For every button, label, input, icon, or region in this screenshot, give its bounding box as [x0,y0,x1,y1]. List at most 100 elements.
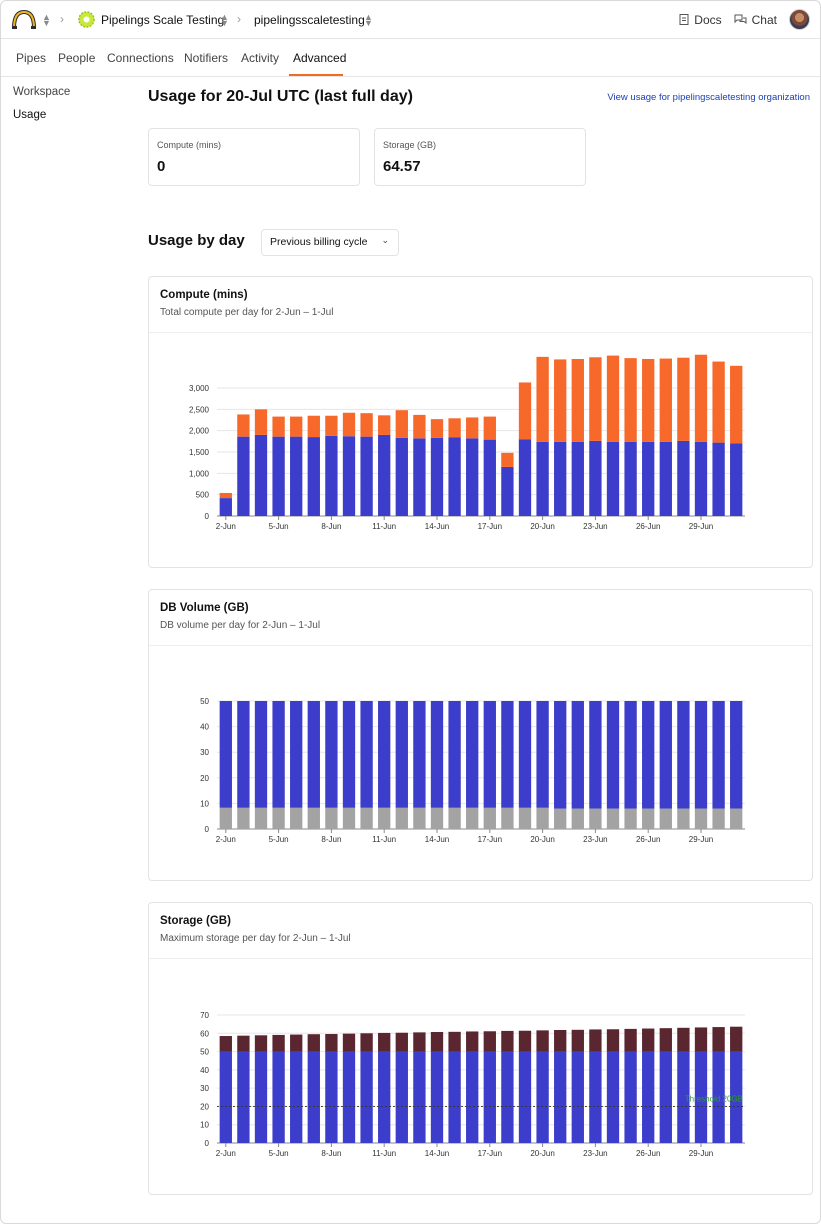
chart-bar [624,1051,637,1143]
chart-bar [466,1031,479,1052]
tab-activity[interactable]: Activity [241,51,279,65]
chart-bar [413,1051,426,1143]
chart-bar [237,1035,250,1052]
x-tick-label: 5-Jun [269,835,289,844]
org-switch-icon[interactable]: ▲ ▼ [42,13,51,28]
x-tick-label: 17-Jun [478,1149,502,1158]
x-tick-label: 29-Jun [689,835,713,844]
tab-advanced[interactable]: Advanced [293,51,346,65]
chart-bar [571,808,584,829]
x-tick-label: 23-Jun [583,522,607,531]
chart-bar [272,416,285,437]
chart-bar [342,807,356,829]
chart-bar [448,701,461,808]
user-avatar[interactable] [789,9,810,30]
chart-bar [413,414,426,439]
x-tick-label: 8-Jun [321,1149,341,1158]
chart-bar [466,701,479,808]
chart-bar [254,434,268,516]
chart-bar [430,1051,444,1143]
chart-bar [554,808,567,829]
chart-bar [219,498,232,516]
chart-bar [642,441,655,516]
breadcrumb-org[interactable]: Pipelings Scale Testing [101,13,224,27]
sidebar-item-usage[interactable]: Usage [13,109,46,121]
chart-bar [290,416,303,437]
chart-bar [378,1032,391,1052]
docs-link[interactable]: Docs [679,13,722,27]
pipes-logo-icon[interactable] [12,8,36,30]
tab-people[interactable]: People [58,51,95,65]
org-avatar-icon [78,11,95,28]
chart-bar [290,1051,303,1143]
chart-bar [571,1051,584,1143]
billing-cycle-value: Previous billing cycle [270,236,368,248]
chart-bar [237,414,250,437]
chart-bar [360,1033,373,1052]
chart-bar [677,808,690,829]
chart-bar [307,415,320,438]
chart-bar [219,807,232,829]
chart-bar [694,808,708,829]
chart-bar [254,409,268,435]
chart-bar [219,701,232,808]
chart-bar [290,807,303,829]
y-tick-label: 0 [205,825,210,834]
chart-bar [501,1030,514,1052]
chart-bar [659,358,672,442]
chart-bar [554,1051,567,1143]
y-tick-label: 70 [200,1011,209,1020]
x-tick-label: 26-Jun [636,522,660,531]
storage-chart: 0 10 20 30 40 50 60 70 2-Jun 5-Jun 8-Jun 11-Jun 14-J… [200,1011,745,1158]
chart-bar [360,413,373,437]
chart-bar [589,1029,602,1052]
tab-bar: Pipes People Connections Notifiers Activ… [1,39,820,77]
breadcrumb-workspace[interactable]: pipelingsscaletesting [254,13,365,27]
chart-bar [413,701,426,808]
tab-connections[interactable]: Connections [107,51,174,65]
x-tick-label: 20-Jun [530,522,554,531]
chart-bar [325,415,338,436]
chart-bar [536,807,549,829]
compute-stat-card: Compute (mins) 0 [148,128,360,186]
chart-bar [642,701,655,809]
chart-bar [395,807,408,829]
chart-bar [395,437,408,516]
chart-bar [325,1034,338,1052]
chart-bar [378,434,391,516]
chart-bar [448,437,461,516]
x-tick-label: 5-Jun [269,1149,289,1158]
tab-pipes[interactable]: Pipes [16,51,46,65]
chart-bar [466,438,479,516]
chart-bar [659,808,672,829]
chart-bar [342,701,356,808]
chart-bar [642,358,655,442]
chart-bar [307,807,320,829]
compute-stat-label: Compute (mins) [157,140,222,150]
active-tab-indicator [289,74,343,76]
y-tick-label: 0 [205,1139,210,1148]
tab-notifiers[interactable]: Notifiers [184,51,228,65]
y-tick-label: 50 [200,697,209,706]
chart-bar [589,440,602,516]
chart-title: Compute (mins) [160,289,248,301]
chat-link[interactable]: Chat [734,13,777,27]
chart-bar [536,356,549,442]
usage-by-day-heading: Usage by day [148,232,245,249]
view-org-usage-link[interactable]: View usage for pipelingscaletesting orga… [607,92,810,103]
top-right-actions: Docs Chat [679,9,810,30]
y-tick-label: 50 [200,1048,209,1057]
org-dropdown-icon[interactable]: ▲ ▼ [220,13,229,28]
billing-cycle-select[interactable]: Previous billing cycle ⌄ [261,229,399,256]
chart-bar [571,441,584,516]
sidebar-item-workspace[interactable]: Workspace [13,86,70,98]
workspace-dropdown-icon[interactable]: ▲ ▼ [364,13,373,28]
chart-bar [483,416,496,440]
x-tick-label: 26-Jun [636,1149,660,1158]
chart-bar [413,438,426,516]
x-tick-label: 5-Jun [269,522,289,531]
y-tick-label: 40 [200,1066,209,1075]
chart-bar [642,808,655,829]
chart-bar [571,701,584,809]
chart-bar [307,1034,320,1052]
